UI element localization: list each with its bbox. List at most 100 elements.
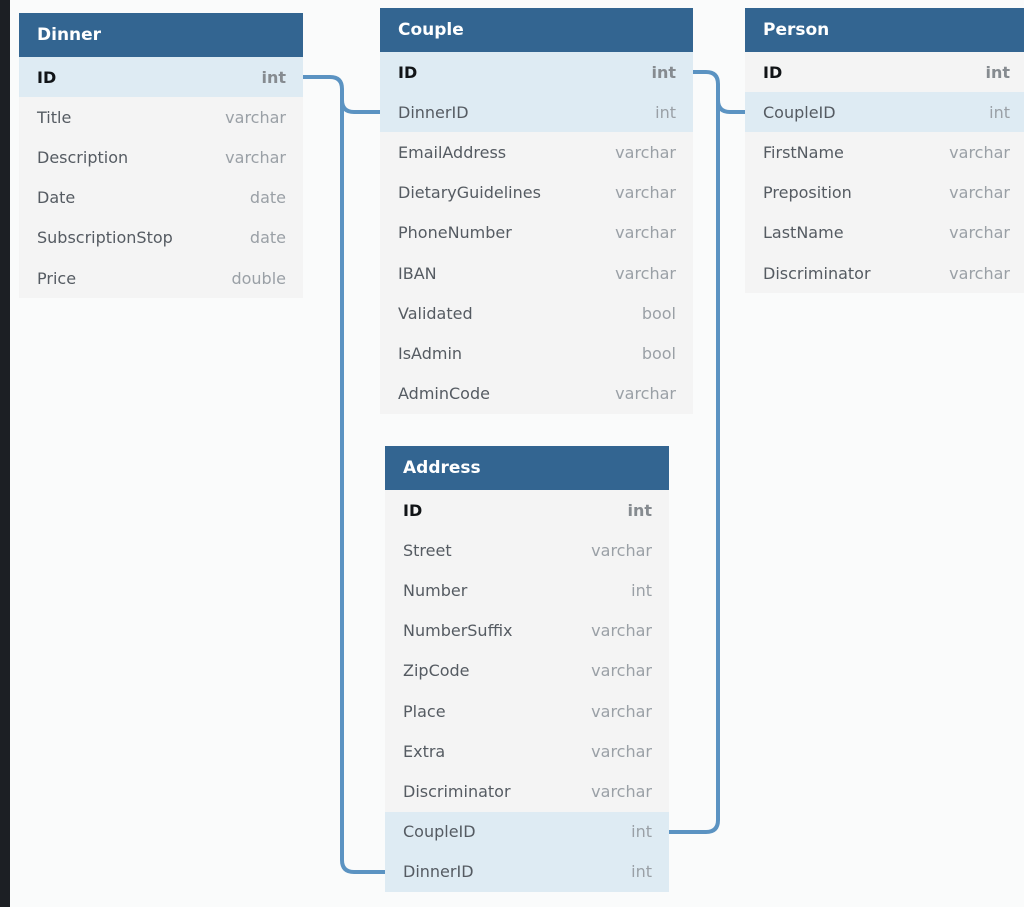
field-type: varchar <box>949 183 1010 203</box>
field-type: int <box>985 62 1010 82</box>
field-name: DinnerID <box>398 102 469 122</box>
field-name: ID <box>403 500 423 520</box>
field-type: int <box>655 102 676 122</box>
table-row[interactable]: Number int <box>385 570 669 610</box>
field-type: int <box>651 62 676 82</box>
field-name: ID <box>763 62 783 82</box>
field-type: date <box>249 188 286 208</box>
table-row[interactable]: ID int <box>385 490 669 530</box>
field-name: Street <box>403 540 452 560</box>
field-type: varchar <box>615 263 676 283</box>
field-name: Price <box>37 268 77 288</box>
field-name: Title <box>37 107 72 127</box>
field-type: varchar <box>949 142 1010 162</box>
table-row[interactable]: Price double <box>19 258 303 298</box>
field-name: AdminCode <box>398 384 490 404</box>
table-person-header[interactable]: Person <box>745 8 1024 52</box>
table-row[interactable]: DietaryGuidelines varchar <box>380 173 693 213</box>
field-type: varchar <box>615 183 676 203</box>
field-name: CoupleID <box>403 822 476 842</box>
field-type: double <box>231 268 286 288</box>
field-name: IBAN <box>398 263 437 283</box>
field-name: Place <box>403 701 446 721</box>
table-row[interactable]: Description varchar <box>19 137 303 177</box>
field-name: Discriminator <box>403 781 511 801</box>
field-type: varchar <box>591 741 652 761</box>
field-name: FirstName <box>763 142 844 162</box>
field-type: varchar <box>591 661 652 681</box>
table-dinner-header[interactable]: Dinner <box>19 13 303 57</box>
table-person[interactable]: Person ID int CoupleID int FirstName varcha… <box>745 8 1024 294</box>
field-name: Date <box>37 188 76 208</box>
table-row[interactable]: DinnerID int <box>380 92 693 133</box>
table-row[interactable]: PhoneNumber varchar <box>380 213 693 253</box>
field-type: int <box>627 500 652 520</box>
field-type: varchar <box>591 621 652 641</box>
table-row[interactable]: Discriminator varchar <box>385 771 669 811</box>
field-type: int <box>261 67 286 87</box>
table-row[interactable]: Place varchar <box>385 691 669 731</box>
field-type: varchar <box>615 142 676 162</box>
field-name: NumberSuffix <box>403 621 513 641</box>
table-couple-header[interactable]: Couple <box>380 8 693 52</box>
field-name: Description <box>37 147 129 167</box>
field-name: ZipCode <box>403 661 470 681</box>
field-type: date <box>249 228 286 248</box>
field-type: varchar <box>591 540 652 560</box>
field-name: LastName <box>763 223 844 243</box>
table-row[interactable]: ID int <box>380 52 693 93</box>
table-row[interactable]: LastName varchar <box>745 213 1024 253</box>
field-name: ID <box>37 67 57 87</box>
table-row[interactable]: AdminCode varchar <box>380 374 693 414</box>
table-dinner[interactable]: Dinner ID int Title varchar Description var… <box>19 13 303 299</box>
table-row[interactable]: Extra varchar <box>385 731 669 771</box>
field-type: varchar <box>949 263 1010 283</box>
table-row[interactable]: NumberSuffix varchar <box>385 611 669 651</box>
field-name: IsAdmin <box>398 343 463 363</box>
table-row[interactable]: ID int <box>745 52 1024 92</box>
field-type: varchar <box>591 781 652 801</box>
table-row[interactable]: CoupleID int <box>385 811 669 852</box>
field-name: Preposition <box>763 183 852 203</box>
field-name: Validated <box>398 303 473 323</box>
table-row[interactable]: Validated bool <box>380 293 693 333</box>
table-row[interactable]: Street varchar <box>385 530 669 570</box>
table-row[interactable]: Title varchar <box>19 97 303 137</box>
table-couple[interactable]: Couple ID int DinnerID int EmailAddress var… <box>380 8 693 414</box>
field-name: PhoneNumber <box>398 223 512 243</box>
table-row[interactable]: SubscriptionStop date <box>19 218 303 258</box>
field-name: DietaryGuidelines <box>398 183 541 203</box>
field-name: DinnerID <box>403 862 474 882</box>
field-name: CoupleID <box>763 102 836 122</box>
table-row[interactable]: FirstName varchar <box>745 132 1024 172</box>
table-row[interactable]: Preposition varchar <box>745 173 1024 213</box>
field-type: bool <box>641 343 676 363</box>
field-type: varchar <box>615 223 676 243</box>
table-row[interactable]: EmailAddress varchar <box>380 132 693 172</box>
table-row[interactable]: DinnerID int <box>385 851 669 892</box>
table-row[interactable]: Discriminator varchar <box>745 253 1024 293</box>
field-type: varchar <box>615 384 676 404</box>
field-name: EmailAddress <box>398 142 507 162</box>
field-type: varchar <box>949 223 1010 243</box>
table-row[interactable]: IBAN varchar <box>380 253 693 293</box>
field-type: int <box>989 102 1010 122</box>
field-name: ID <box>398 62 418 82</box>
field-name: Extra <box>403 741 446 761</box>
field-name: Number <box>403 580 468 600</box>
table-row[interactable]: CoupleID int <box>745 92 1024 133</box>
field-type: varchar <box>225 107 286 127</box>
table-row[interactable]: IsAdmin bool <box>380 333 693 373</box>
field-name: Discriminator <box>763 263 871 283</box>
table-row[interactable]: Date date <box>19 178 303 218</box>
field-type: varchar <box>591 701 652 721</box>
table-row[interactable]: ZipCode varchar <box>385 651 669 691</box>
table-address-header[interactable]: Address <box>385 446 669 490</box>
field-type: bool <box>641 303 676 323</box>
field-type: varchar <box>225 147 286 167</box>
field-type: int <box>631 580 652 600</box>
field-type: int <box>631 822 652 842</box>
table-row[interactable]: ID int <box>19 57 303 98</box>
table-address[interactable]: Address ID int Street varchar Number int Nu… <box>385 446 669 892</box>
field-name: SubscriptionStop <box>37 228 173 248</box>
